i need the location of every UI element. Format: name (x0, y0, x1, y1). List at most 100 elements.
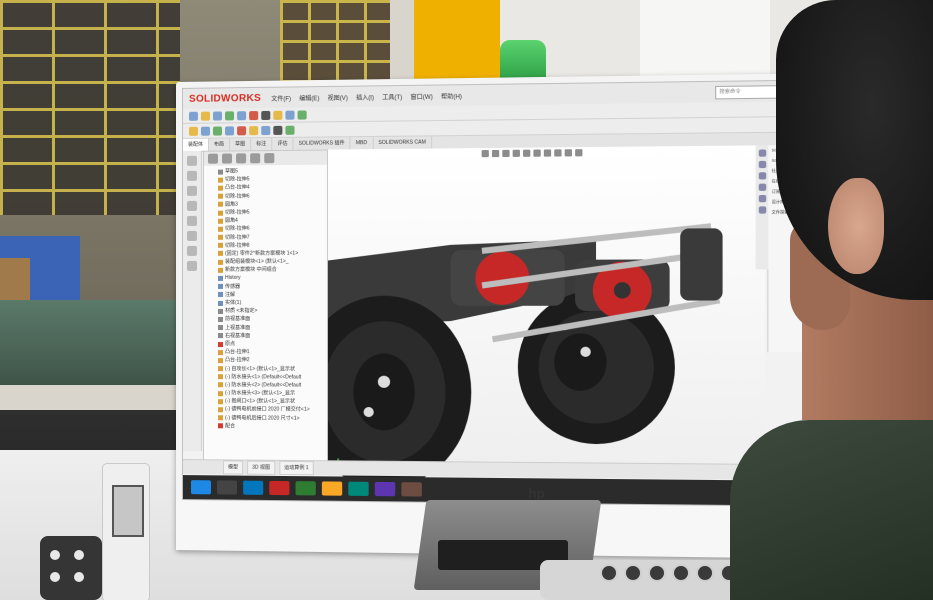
scene-icon[interactable] (564, 149, 572, 157)
folder-icon[interactable] (321, 481, 343, 496)
yellow-bin (414, 0, 500, 84)
tab-markup[interactable]: 标注 (251, 138, 273, 151)
tree-item[interactable]: 前视基准面 (218, 315, 327, 323)
tab-mbd[interactable]: MBD (350, 136, 374, 150)
tree-item[interactable]: 原点 (218, 340, 327, 348)
folder-icon (218, 292, 224, 298)
tab-3d-views[interactable]: 3D 视图 (247, 460, 276, 475)
start-button-icon[interactable] (190, 480, 211, 495)
show-hidden-icon[interactable] (200, 126, 210, 136)
tree-item[interactable]: 上视基准面 (218, 324, 327, 332)
save-icon[interactable] (212, 110, 223, 121)
graphics-area[interactable] (327, 145, 766, 487)
cam-tree-icon[interactable] (186, 230, 197, 241)
part-icon (218, 267, 224, 273)
search-icon[interactable] (216, 480, 238, 495)
tree-item[interactable]: 装配组装模块<1> (默认<1>_ (218, 258, 327, 267)
new-icon[interactable] (188, 111, 198, 121)
tree-item[interactable]: 传感器 (218, 282, 327, 290)
insert-component-icon[interactable] (225, 110, 235, 120)
select-icon[interactable] (261, 110, 271, 120)
tab-layout[interactable]: 布局 (208, 138, 231, 151)
office-icon[interactable] (374, 481, 396, 497)
plane-icon (218, 333, 224, 339)
large-assembly-icon[interactable] (285, 125, 295, 135)
tree-item[interactable]: 配合 (218, 422, 327, 431)
reference-geometry-icon[interactable] (225, 125, 235, 135)
mate-icon[interactable] (237, 110, 247, 120)
tab-evaluate[interactable]: 评估 (272, 137, 294, 151)
tree-item[interactable]: 材质 <未指定> (218, 307, 327, 315)
instant3d-icon[interactable] (273, 125, 283, 135)
move-component-icon[interactable] (297, 109, 307, 120)
tree-tab-properties-icon[interactable] (222, 153, 233, 164)
configuration-icon[interactable] (186, 185, 197, 196)
smart-fasteners-icon[interactable] (188, 126, 198, 136)
browser-icon[interactable] (295, 481, 316, 496)
solidworks-task-icon[interactable] (269, 480, 290, 496)
menu-window[interactable]: 窗口(W) (406, 91, 436, 101)
simulation-icon[interactable] (186, 260, 197, 271)
assembly-features-icon[interactable] (212, 125, 223, 136)
custom-properties-tab-icon[interactable] (758, 206, 766, 214)
tree-tab-config-icon[interactable] (236, 153, 247, 164)
menu-view[interactable]: 视图(V) (323, 92, 351, 101)
feature-tree-icon[interactable] (186, 155, 197, 166)
screen: SOLIDWORKS 文件(F) 编辑(E) 视图(V) 插入(I) 工具(T)… (181, 79, 822, 507)
tree-item[interactable]: 凸台-拉伸2 (218, 356, 327, 365)
linear-pattern-icon[interactable] (285, 110, 295, 120)
tree-item[interactable]: 右视基准面 (218, 332, 327, 340)
tab-cam[interactable]: SOLIDWORKS CAM (373, 136, 433, 150)
display-style-icon[interactable] (533, 149, 541, 157)
tab-model[interactable]: 模型 (223, 460, 244, 475)
tree-item-label: 凸台-拉伸2 (225, 357, 250, 364)
tolerance-icon[interactable] (186, 245, 197, 256)
appearances-tab-icon[interactable] (758, 194, 766, 203)
tab-addins[interactable]: SOLIDWORKS 插件 (293, 137, 351, 150)
previous-view-icon[interactable] (502, 149, 510, 158)
rebuild-icon[interactable] (249, 110, 259, 120)
options-icon[interactable] (273, 110, 283, 120)
zoom-fit-icon[interactable] (481, 150, 489, 158)
menu-file[interactable]: 文件(F) (267, 93, 295, 102)
dimxpert-icon[interactable] (186, 200, 197, 211)
menu-tools[interactable]: 工具(T) (378, 92, 406, 101)
tree-item[interactable]: 凸台-拉伸1 (218, 348, 327, 356)
new-motion-study-icon[interactable] (237, 125, 247, 135)
appearance-icon[interactable] (554, 149, 562, 157)
display-manager-icon[interactable] (186, 215, 197, 226)
tab-motion-study[interactable]: 运动算例 1 (279, 460, 314, 476)
tree-tab-features-icon[interactable] (207, 153, 219, 164)
design-library-tab-icon[interactable] (758, 160, 766, 169)
menu-edit[interactable]: 编辑(E) (295, 93, 323, 102)
tree-item[interactable]: 注解 (218, 291, 327, 299)
tree-tab-display-icon[interactable] (264, 153, 275, 164)
hide-show-icon[interactable] (543, 149, 552, 157)
tree-tab-target-icon[interactable] (250, 153, 261, 164)
search-input[interactable]: 搜索命令 (715, 85, 781, 100)
open-icon[interactable] (200, 111, 210, 121)
green-workbench (0, 300, 180, 385)
tree-item[interactable]: 新款方案模块 中间组合 (218, 266, 327, 275)
tab-sketch[interactable]: 草图 (230, 138, 252, 151)
file-explorer-tab-icon[interactable] (758, 172, 766, 180)
property-manager-icon[interactable] (186, 170, 197, 181)
section-view-icon[interactable] (512, 149, 520, 157)
end-bracket (680, 228, 723, 301)
file-explorer-icon[interactable] (243, 480, 264, 495)
key (624, 564, 642, 582)
view-palette-tab-icon[interactable] (758, 183, 766, 191)
tab-assembly[interactable]: 装配体 (182, 138, 209, 151)
tree-item[interactable]: 实体(1) (218, 299, 327, 307)
chat-icon[interactable] (348, 481, 369, 496)
view-orientation-icon[interactable] (523, 149, 531, 157)
menu-insert[interactable]: 插入(I) (352, 92, 378, 101)
bill-of-materials-icon[interactable] (249, 125, 259, 135)
exploded-view-icon[interactable] (261, 125, 271, 135)
menu-help[interactable]: 帮助(H) (437, 91, 466, 101)
media-icon[interactable] (401, 482, 422, 497)
resources-tab-icon[interactable] (758, 149, 766, 157)
tree-item[interactable]: History (218, 274, 327, 282)
zoom-area-icon[interactable] (491, 149, 500, 158)
view-settings-icon[interactable] (575, 149, 583, 157)
